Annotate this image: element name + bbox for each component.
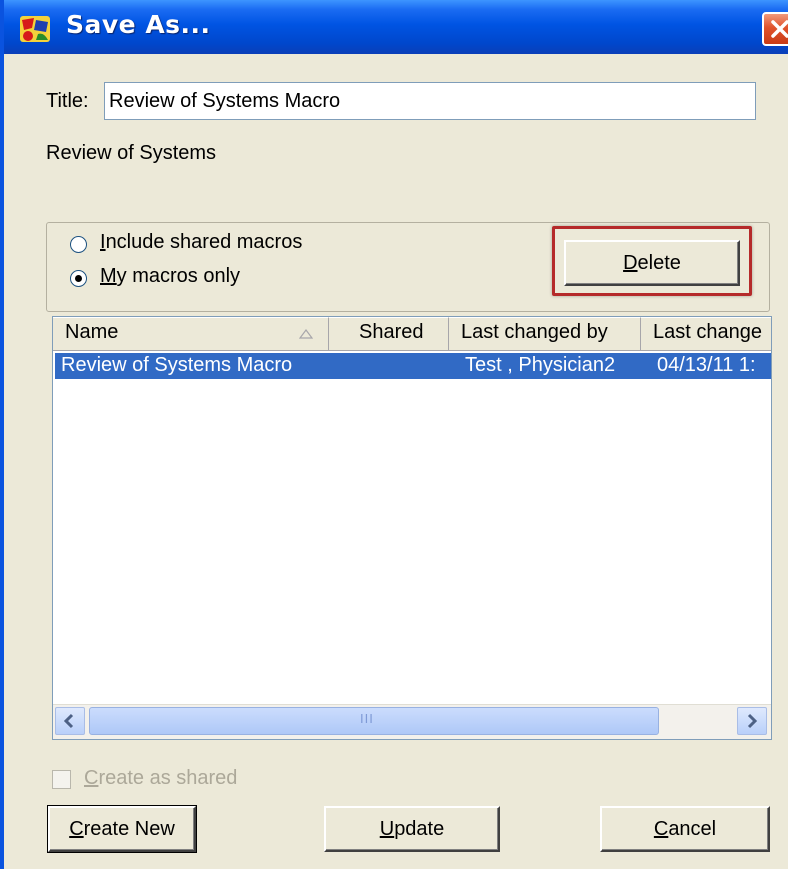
create-as-shared-checkbox[interactable] bbox=[52, 770, 71, 789]
scroll-right-button[interactable] bbox=[737, 707, 767, 735]
column-header-last-changed-by[interactable]: Last changed by bbox=[449, 317, 641, 351]
close-button[interactable] bbox=[762, 12, 788, 46]
list-header: Name Shared Last changed by Last change bbox=[53, 317, 771, 351]
close-icon bbox=[771, 20, 788, 38]
window-title: Save As... bbox=[66, 10, 211, 39]
row-last-change: 04/13/11 1: bbox=[657, 354, 756, 376]
scroll-grip: III bbox=[360, 711, 374, 726]
my-macros-only-label[interactable]: My macros only bbox=[100, 265, 240, 288]
create-as-shared-label[interactable]: Create as shared bbox=[84, 767, 237, 790]
create-new-button[interactable]: Create New bbox=[47, 805, 197, 853]
radio-unchecked-icon[interactable] bbox=[70, 236, 87, 253]
macro-list[interactable]: Name Shared Last changed by Last change … bbox=[52, 316, 772, 740]
app-icon bbox=[20, 16, 50, 42]
cancel-button[interactable]: Cancel bbox=[600, 806, 770, 852]
row-last-changed-by: Test , Physician2 bbox=[465, 354, 616, 376]
title-bar[interactable]: Save As... bbox=[4, 0, 788, 54]
chevron-left-icon bbox=[63, 713, 74, 729]
save-as-dialog: Save As... Title: Review of Systems Incl… bbox=[0, 0, 788, 869]
column-header-last-change[interactable]: Last change bbox=[641, 317, 771, 351]
subtitle-text: Review of Systems bbox=[46, 142, 217, 164]
row-name: Review of Systems Macro bbox=[61, 354, 293, 376]
column-header-name[interactable]: Name bbox=[53, 317, 329, 351]
horizontal-scrollbar[interactable]: III bbox=[53, 704, 771, 739]
delete-button[interactable]: Delete bbox=[564, 240, 740, 286]
radio-checked-icon[interactable] bbox=[70, 270, 87, 287]
title-label: Title: bbox=[46, 90, 89, 112]
table-row[interactable]: Review of Systems Macro Test , Physician… bbox=[55, 353, 771, 379]
column-header-shared[interactable]: Shared bbox=[329, 317, 449, 351]
title-input[interactable] bbox=[104, 82, 756, 120]
scroll-thumb[interactable]: III bbox=[89, 707, 659, 735]
chevron-right-icon bbox=[747, 713, 758, 729]
include-shared-label[interactable]: Include shared macros bbox=[100, 231, 302, 254]
update-button[interactable]: Update bbox=[324, 806, 500, 852]
sort-ascending-icon bbox=[299, 329, 313, 339]
scroll-left-button[interactable] bbox=[55, 707, 85, 735]
